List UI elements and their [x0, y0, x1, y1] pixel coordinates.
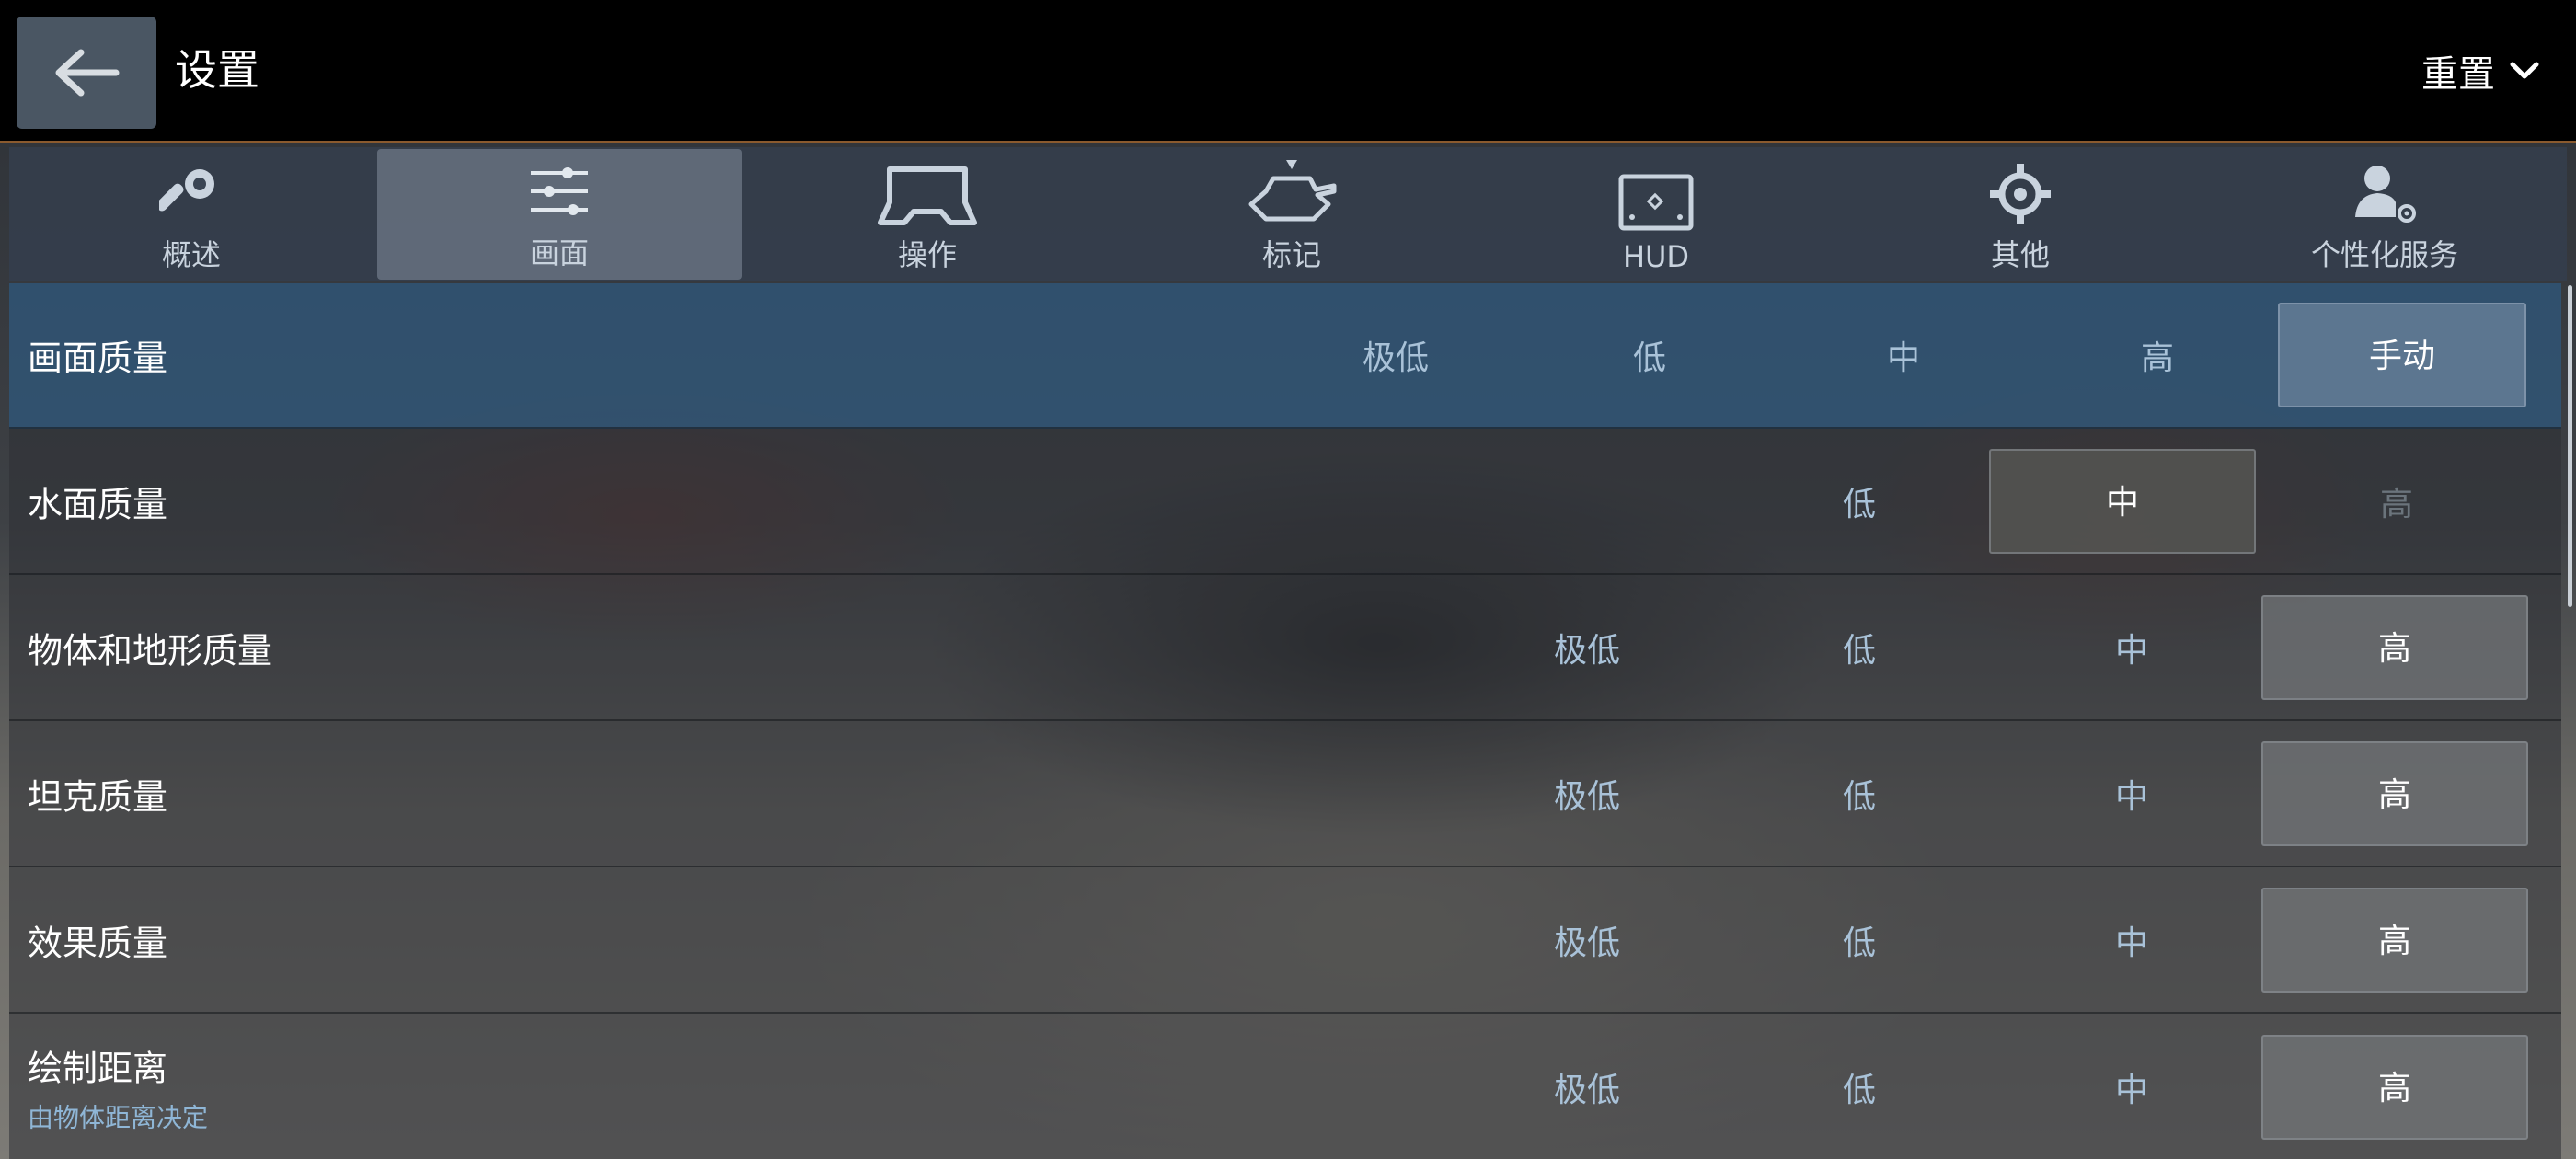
setting-label: 物体和地形质量: [28, 630, 273, 671]
reset-label: 重置: [2421, 53, 2495, 96]
tab-personalization-label: 个性化服务: [2310, 237, 2458, 272]
back-button[interactable]: [17, 17, 156, 129]
setting-row-draw-distance: 绘制距离 由物体距离决定 极低 低 中 高: [9, 1014, 2561, 1159]
option-very-low[interactable]: 极低: [1454, 1063, 1720, 1111]
wrench-icon: [159, 169, 214, 212]
tab-overview[interactable]: 概述: [9, 147, 374, 281]
option-high: 高: [2379, 485, 2413, 523]
tab-controls[interactable]: 操作: [745, 147, 1110, 281]
controller-icon: [878, 166, 977, 225]
setting-label: 效果质量: [28, 923, 168, 963]
tab-hud-label: HUD: [1622, 239, 1690, 274]
setting-row-graphics-quality: 画面质量 极低 低 中 高 手动: [9, 283, 2561, 429]
option-high[interactable]: 高: [2261, 887, 2528, 993]
setting-sublabel: 由物体距离决定: [28, 1102, 209, 1132]
option-low[interactable]: 低: [1726, 770, 1993, 818]
option-very-low[interactable]: 极低: [1454, 916, 1720, 964]
option-low[interactable]: 低: [1726, 916, 1993, 964]
gear-icon: [1990, 164, 2051, 224]
setting-label: 坦克质量: [28, 776, 168, 817]
option-high[interactable]: 高: [2261, 594, 2528, 700]
tank-marker-icon: [1248, 160, 1337, 222]
option-very-low[interactable]: 极低: [1262, 331, 1529, 379]
setting-row-water-quality: 水面质量 低 中 高: [9, 429, 2561, 575]
option-high[interactable]: 高: [2024, 331, 2291, 379]
option-medium[interactable]: 中: [1989, 448, 2256, 554]
tab-other-label: 其他: [1990, 237, 2050, 272]
tab-hud[interactable]: HUD: [1474, 147, 1838, 281]
option-very-low[interactable]: 极低: [1454, 624, 1720, 671]
setting-label: 水面质量: [28, 484, 168, 524]
user-gear-icon: [2355, 166, 2416, 223]
setting-label: 画面质量: [28, 338, 168, 379]
option-medium[interactable]: 中: [1998, 770, 2265, 818]
option-medium[interactable]: 中: [1770, 331, 2037, 379]
option-low[interactable]: 低: [1726, 1063, 1993, 1111]
option-medium[interactable]: 中: [1998, 1063, 2265, 1111]
graphics-settings-list: 画面质量 极低 低 中 高 手动 水面质量 低 中 高 物体和地形质量 极低 低…: [9, 283, 2561, 1159]
settings-tab-bar: 概述 画面 操作 标记 HUD 其他 个性化服务: [9, 147, 2567, 281]
setting-label: 绘制距离 由物体距离决定: [28, 1039, 208, 1134]
sliders-icon: [531, 167, 588, 215]
option-low[interactable]: 低: [1726, 624, 1993, 671]
option-medium[interactable]: 中: [1998, 916, 2265, 964]
arrow-left-icon: [55, 49, 120, 97]
tab-graphics-label: 画面: [529, 235, 589, 270]
setting-row-effects-quality: 效果质量 极低 低 中 高: [9, 867, 2561, 1014]
tab-markers-label: 标记: [1261, 237, 1321, 272]
hud-icon: [1618, 174, 1694, 231]
option-high[interactable]: 高: [2261, 1034, 2528, 1140]
tab-graphics[interactable]: 画面: [377, 149, 742, 280]
tab-controls-label: 操作: [897, 237, 957, 272]
option-medium[interactable]: 中: [1998, 624, 2265, 671]
tab-markers[interactable]: 标记: [1110, 147, 1474, 281]
option-low[interactable]: 低: [1516, 331, 1783, 379]
setting-label-text: 绘制距离: [28, 1048, 168, 1088]
top-bar: 设置 重置: [0, 0, 2576, 143]
setting-row-tank-quality: 坦克质量 极低 低 中 高: [9, 721, 2561, 867]
page-title: 设置: [175, 45, 259, 95]
option-low[interactable]: 低: [1726, 477, 1993, 525]
option-manual[interactable]: 手动: [2278, 303, 2526, 407]
option-very-low[interactable]: 极低: [1454, 770, 1720, 818]
tab-overview-label: 概述: [161, 237, 221, 272]
reset-dropdown[interactable]: 重置: [2421, 44, 2539, 98]
option-high[interactable]: 高: [2261, 740, 2528, 846]
chevron-down-icon: [2510, 62, 2539, 79]
setting-row-object-terrain-quality: 物体和地形质量 极低 低 中 高: [9, 575, 2561, 721]
tab-other[interactable]: 其他: [1838, 147, 2202, 281]
scrollbar[interactable]: [2568, 285, 2572, 607]
tab-personalization[interactable]: 个性化服务: [2202, 147, 2567, 281]
